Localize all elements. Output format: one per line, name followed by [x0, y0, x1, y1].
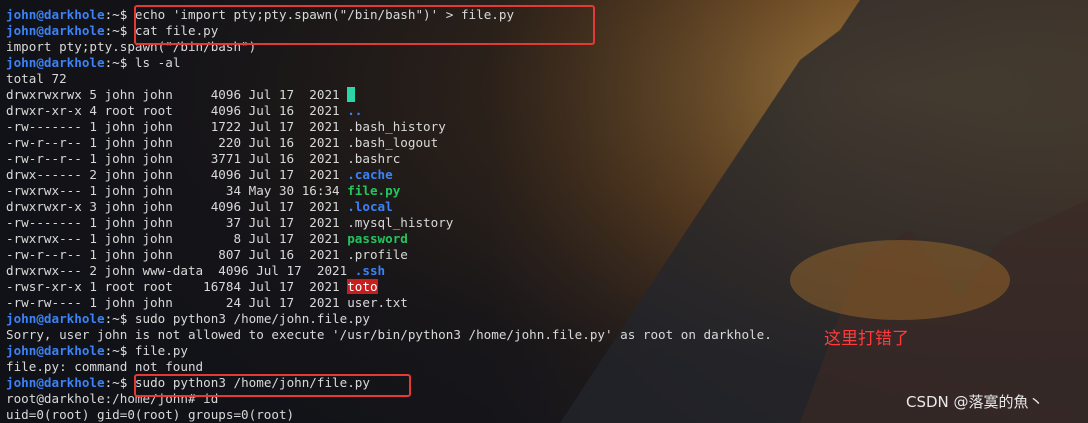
file-metadata: -rwsr-xr-x 1 root root 16784 Jul 17 2021 — [6, 279, 348, 294]
file-name: .mysql_history — [347, 215, 454, 230]
file-name: .. — [347, 103, 363, 118]
file-name: file.py — [347, 183, 401, 198]
file-name: user.txt — [347, 295, 408, 310]
file-name: .profile — [347, 247, 408, 262]
terminal-line: -rwsr-xr-x 1 root root 16784 Jul 17 2021… — [6, 279, 1088, 295]
prompt-host: john@darkhole — [6, 55, 105, 70]
output-text: file.py: command not found — [6, 359, 204, 374]
file-metadata: -rw------- 1 john john 37 Jul 17 2021 — [6, 215, 348, 230]
terminal-line: total 72 — [6, 71, 1088, 87]
command-text: file.py — [134, 343, 188, 358]
file-metadata: drwx------ 2 john john 4096 Jul 17 2021 — [6, 167, 348, 182]
file-name: .bash_history — [347, 119, 446, 134]
file-metadata: -rw-r--r-- 1 john john 3771 Jul 16 2021 — [6, 151, 348, 166]
file-metadata: drwxr-xr-x 4 root root 4096 Jul 16 2021 — [6, 103, 348, 118]
terminal-line: john@darkhole:~$ sudo python3 /home/john… — [6, 311, 1088, 327]
command-text: ls -al — [134, 55, 181, 70]
prompt-path: :~$ — [104, 55, 135, 70]
terminal-output[interactable]: john@darkhole:~$ echo 'import pty;pty.sp… — [6, 7, 1088, 423]
csdn-watermark: CSDN @落寞的魚丶 — [906, 393, 1044, 411]
terminal-line: -rwxrwx--- 1 john john 8 Jul 17 2021 pas… — [6, 231, 1088, 247]
file-metadata: drwxrwxrwx 5 john john 4096 Jul 17 2021 — [6, 87, 348, 102]
terminal-line: drwxrwxr-x 3 john john 4096 Jul 17 2021 … — [6, 199, 1088, 215]
terminal-line: -rw-r--r-- 1 john john 3771 Jul 16 2021 … — [6, 151, 1088, 167]
prompt-host: john@darkhole — [6, 375, 105, 390]
file-metadata: drwxrwx--- 2 john www-data 4096 Jul 17 2… — [6, 263, 355, 278]
file-name: .local — [347, 199, 393, 214]
file-name: .cache — [347, 167, 393, 182]
terminal-line: drwxrwx--- 2 john www-data 4096 Jul 17 2… — [6, 263, 1088, 279]
command-text: sudo python3 /home/john.file.py — [134, 311, 370, 326]
prompt-host: john@darkhole — [6, 7, 105, 22]
file-name: .ssh — [354, 263, 386, 278]
prompt-path: :~$ — [104, 375, 135, 390]
terminal-line: -rwxrwx--- 1 john john 34 May 30 16:34 f… — [6, 183, 1088, 199]
file-name: .bashrc — [347, 151, 401, 166]
file-metadata: -rw------- 1 john john 1722 Jul 17 2021 — [6, 119, 348, 134]
highlight-box-sudo-python — [134, 374, 411, 397]
terminal-line: drwx------ 2 john john 4096 Jul 17 2021 … — [6, 167, 1088, 183]
terminal-line: -rw-r--r-- 1 john john 220 Jul 16 2021 .… — [6, 135, 1088, 151]
file-name: toto — [347, 279, 378, 294]
file-name: . — [347, 87, 355, 102]
terminal-line: -rw-r--r-- 1 john john 807 Jul 16 2021 .… — [6, 247, 1088, 263]
file-metadata: -rw-rw---- 1 john john 24 Jul 17 2021 — [6, 295, 348, 310]
typo-annotation: 这里打错了 — [824, 329, 909, 349]
prompt-host: john@darkhole — [6, 343, 105, 358]
terminal-line: drwxr-xr-x 4 root root 4096 Jul 16 2021 … — [6, 103, 1088, 119]
terminal-line: -rw------- 1 john john 37 Jul 17 2021 .m… — [6, 215, 1088, 231]
terminal-line: drwxrwxrwx 5 john john 4096 Jul 17 2021 … — [6, 87, 1088, 103]
file-name: .bash_logout — [347, 135, 439, 150]
prompt-host: john@darkhole — [6, 311, 105, 326]
file-name: password — [347, 231, 408, 246]
terminal-line: -rw------- 1 john john 1722 Jul 17 2021 … — [6, 119, 1088, 135]
file-metadata: -rwxrwx--- 1 john john 34 May 30 16:34 — [6, 183, 348, 198]
terminal-line: john@darkhole:~$ ls -al — [6, 55, 1088, 71]
output-text: uid=0(root) gid=0(root) groups=0(root) — [6, 407, 295, 422]
file-metadata: drwxrwxr-x 3 john john 4096 Jul 17 2021 — [6, 199, 348, 214]
file-metadata: -rwxrwx--- 1 john john 8 Jul 17 2021 — [6, 231, 348, 246]
file-metadata: -rw-r--r-- 1 john john 220 Jul 16 2021 — [6, 135, 348, 150]
output-text: Sorry, user john is not allowed to execu… — [6, 327, 772, 342]
prompt-path: :~$ — [104, 343, 135, 358]
prompt-host: john@darkhole — [6, 23, 105, 38]
terminal-line: file.py: command not found — [6, 359, 1088, 375]
output-text: total 72 — [6, 71, 67, 86]
prompt-path: :~$ — [104, 311, 135, 326]
prompt-path: :~$ — [104, 7, 135, 22]
prompt-path: :~$ — [104, 23, 135, 38]
highlight-box-echo-cat — [134, 5, 595, 45]
terminal-line: Sorry, user john is not allowed to execu… — [6, 327, 1088, 343]
terminal-line: -rw-rw---- 1 john john 24 Jul 17 2021 us… — [6, 295, 1088, 311]
file-metadata: -rw-r--r-- 1 john john 807 Jul 16 2021 — [6, 247, 348, 262]
terminal-line: john@darkhole:~$ file.py — [6, 343, 1088, 359]
